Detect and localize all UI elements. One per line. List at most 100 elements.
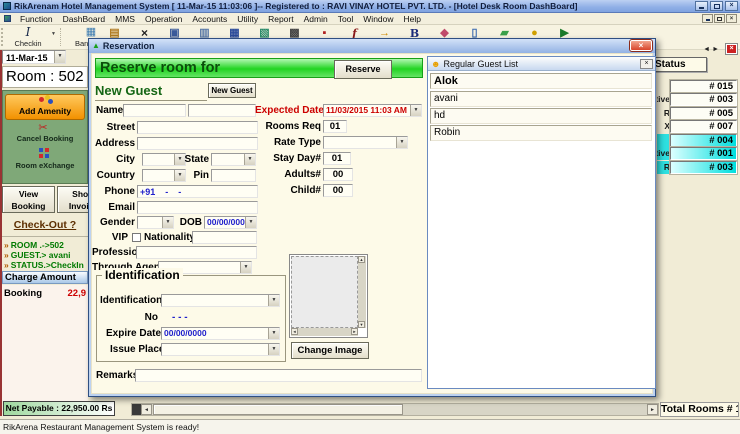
guest-list-item[interactable]: hd	[430, 108, 652, 124]
chevron-down-icon[interactable]: ▼	[396, 137, 407, 148]
checkout-link[interactable]: Check-Out ?	[2, 219, 88, 231]
guest-list-item[interactable]: avani	[430, 91, 652, 107]
close-icon[interactable]: ×	[725, 1, 738, 11]
room-status-row[interactable]: tive # 003	[656, 93, 740, 106]
menu-tool[interactable]: Tool	[333, 14, 359, 24]
vip-checkbox[interactable]	[132, 233, 141, 242]
chevron-down-icon[interactable]: ▼	[174, 170, 185, 181]
cancel-booking-button[interactable]: Cancel Booking	[3, 134, 87, 143]
scroll-left-icon[interactable]: ◄	[291, 328, 298, 335]
chevron-down-icon[interactable]: ▼	[162, 217, 173, 228]
menu-help[interactable]: Help	[399, 14, 426, 24]
scroll-up-icon[interactable]: ▲	[358, 256, 365, 263]
expire-date-picker[interactable]: 00/00/0000 ▼	[161, 327, 280, 340]
child-field[interactable]: 00	[323, 184, 353, 197]
city-select[interactable]: ▼	[142, 153, 186, 166]
guest-list-item[interactable]: Alok	[430, 73, 652, 89]
chevron-down-icon[interactable]: ▼	[240, 262, 251, 273]
phone-field[interactable]	[137, 185, 258, 198]
chevron-down-icon[interactable]: ▼	[51, 31, 56, 37]
profession-field[interactable]	[136, 246, 257, 259]
menu-dashboard[interactable]: DashBoard	[58, 14, 111, 24]
pin-field[interactable]	[211, 169, 256, 182]
reserve-button[interactable]: Reserve	[334, 60, 392, 79]
checkin-button[interactable]: I Checkin	[7, 26, 49, 48]
room-status-row-highlighted[interactable]: # 004	[656, 134, 740, 147]
guest-list-titlebar[interactable]: ☻ Regular Guest List ×	[428, 57, 655, 71]
chevron-down-icon[interactable]: ▼	[245, 217, 256, 228]
photo-vertical-scrollbar[interactable]: ▲ ▼	[358, 256, 366, 328]
room-number-cell[interactable]: # 005	[670, 107, 737, 120]
room-status-row-highlighted[interactable]: R # 003	[656, 161, 740, 174]
room-number-cell[interactable]: # 015	[670, 80, 737, 93]
menu-admin[interactable]: Admin	[299, 14, 333, 24]
view-booking-button[interactable]: View Booking	[2, 186, 55, 213]
room-number-title: Room : 502	[2, 66, 88, 88]
horizontal-scrollbar[interactable]: ◄ ►	[131, 403, 659, 416]
room-number-cell[interactable]: # 004	[670, 134, 737, 147]
chevron-down-icon[interactable]: ▼	[54, 51, 65, 63]
room-number-cell[interactable]: # 003	[670, 93, 737, 106]
panel-close-icon[interactable]: ×	[726, 44, 737, 54]
photo-horizontal-scrollbar[interactable]: ◄ ►	[291, 328, 358, 336]
room-status-row[interactable]: X # 007	[656, 120, 740, 133]
room-status-row[interactable]: R # 005	[656, 107, 740, 120]
new-guest-button[interactable]: New Guest	[208, 83, 256, 98]
room-exchange-button[interactable]: Room eXchange	[3, 161, 87, 170]
mdi-close-icon[interactable]: ×	[726, 14, 737, 23]
change-image-button[interactable]: Change Image	[291, 342, 369, 359]
add-amenity-button[interactable]: Add Amenity	[5, 94, 85, 120]
menu-mms[interactable]: MMS	[110, 14, 140, 24]
scroll-left-icon[interactable]: ◄	[141, 404, 152, 415]
scrollbar-thumb[interactable]	[153, 404, 403, 415]
expected-date-picker[interactable]: 11/03/2015 11:03 AM ▼	[323, 104, 422, 117]
address-field[interactable]	[137, 137, 258, 150]
chevron-down-icon[interactable]: ▼	[268, 295, 279, 306]
mdi-minimize-icon[interactable]	[702, 14, 713, 23]
adults-field[interactable]: 00	[323, 168, 353, 181]
room-status-row[interactable]: # 015	[656, 80, 740, 93]
first-name-field[interactable]	[123, 104, 186, 117]
menu-accounts[interactable]: Accounts	[187, 14, 232, 24]
street-field[interactable]	[137, 121, 258, 134]
room-status-row-highlighted[interactable]: tive # 001	[656, 147, 740, 160]
dialog-titlebar[interactable]: ▲ Reservation ×	[89, 39, 655, 53]
scroll-down-icon[interactable]: ▼	[358, 321, 365, 328]
last-name-field[interactable]	[188, 104, 256, 117]
guest-list-item[interactable]: Robin	[430, 125, 652, 141]
guest-list-close-icon[interactable]: ×	[640, 59, 653, 69]
menu-operation[interactable]: Operation	[140, 14, 187, 24]
rooms-req-field[interactable]: 01	[323, 120, 347, 133]
gender-select[interactable]: ▼	[137, 216, 174, 229]
dob-picker[interactable]: 00/00/0000 ▼	[204, 216, 257, 229]
menu-function[interactable]: Function	[15, 14, 58, 24]
stay-day-field[interactable]: 01	[323, 152, 351, 165]
country-select[interactable]: ▼	[142, 169, 186, 182]
room-number-cell[interactable]: # 003	[670, 161, 737, 174]
nationality-field[interactable]	[192, 231, 257, 244]
chevron-down-icon[interactable]: ▼	[268, 328, 279, 339]
scroll-right-icon[interactable]: ►	[647, 404, 658, 415]
rate-type-select[interactable]: ▼	[323, 136, 408, 149]
mdi-restore-icon[interactable]	[714, 14, 725, 23]
chevron-down-icon[interactable]: ▼	[268, 344, 279, 355]
menu-window[interactable]: Window	[358, 14, 398, 24]
remarks-field[interactable]	[135, 369, 422, 382]
menu-report[interactable]: Report	[263, 14, 299, 24]
room-number-cell[interactable]: # 001	[670, 147, 737, 160]
maximize-icon[interactable]	[710, 1, 723, 11]
state-select[interactable]: ▼	[211, 153, 256, 166]
issue-place-select[interactable]: ▼	[161, 343, 280, 356]
scroll-right-icon[interactable]: ►	[351, 328, 358, 335]
menu-utility[interactable]: Utility	[232, 14, 263, 24]
identification-select[interactable]: ▼	[161, 294, 280, 307]
room-number-cell[interactable]: # 007	[670, 120, 737, 133]
prev-icon[interactable]: ◄	[703, 45, 710, 54]
chevron-down-icon[interactable]: ▼	[410, 105, 421, 116]
minimize-icon[interactable]	[695, 1, 708, 11]
toolbar-grip[interactable]	[1, 28, 4, 46]
next-icon[interactable]: ►	[712, 45, 719, 54]
date-select[interactable]: 11-Mar-15 ▼	[2, 50, 66, 64]
dialog-close-icon[interactable]: ×	[630, 40, 652, 51]
email-field[interactable]	[137, 201, 258, 214]
